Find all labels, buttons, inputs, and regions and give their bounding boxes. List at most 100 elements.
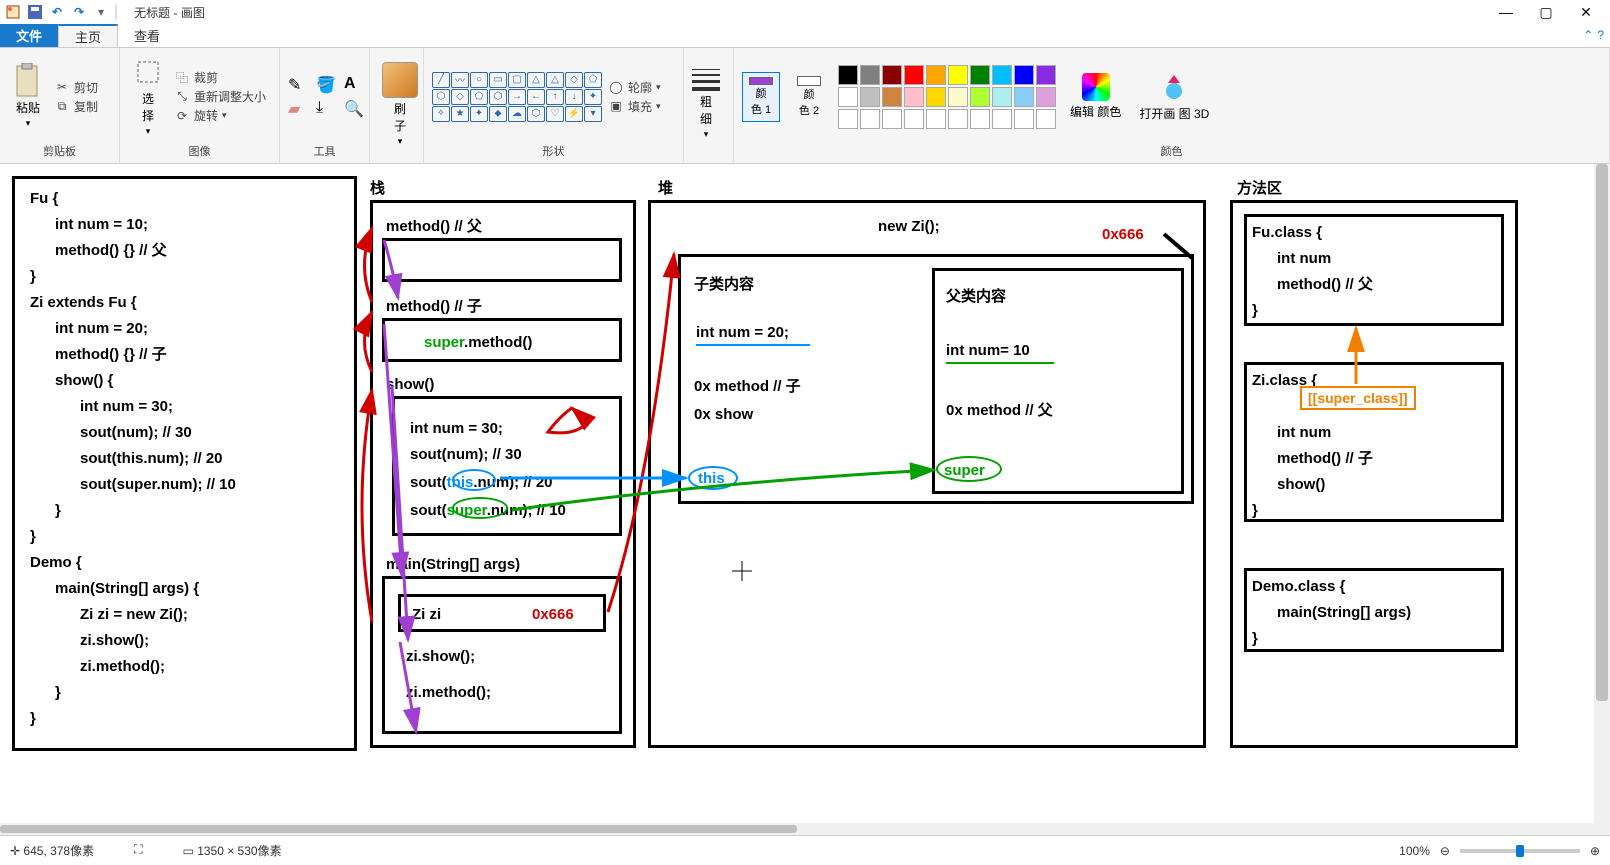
tab-file[interactable]: 文件 [0, 24, 58, 47]
canvas[interactable]: Fu { int num = 10; method() {} // 父 } Zi… [12, 176, 1520, 766]
cursor-position: ✛ 645, 378像素 [10, 842, 94, 859]
palette-swatch[interactable] [1014, 65, 1034, 85]
outline-icon: ◯ [608, 79, 624, 95]
thickness-icon [692, 69, 720, 91]
cut-button[interactable]: ✂剪切 [54, 79, 98, 96]
palette-swatch[interactable] [882, 109, 902, 129]
group-shapes: 形状 [432, 141, 675, 159]
palette-swatch[interactable] [948, 109, 968, 129]
palette-swatch[interactable] [904, 109, 924, 129]
brush-icon [382, 62, 418, 98]
palette-swatch[interactable] [970, 109, 990, 129]
palette-swatch[interactable] [948, 87, 968, 107]
maximize-icon[interactable]: ▢ [1526, 0, 1566, 24]
brushes-button[interactable]: 刷 子 ▾ [378, 60, 422, 149]
source-code: Fu { int num = 10; method() {} // 父 } Zi… [30, 186, 236, 732]
thickness-button[interactable]: 粗 细 ▾ [692, 69, 720, 140]
palette-swatch[interactable] [860, 109, 880, 129]
palette-swatch[interactable] [838, 87, 858, 107]
copy-button[interactable]: ⧉复制 [54, 98, 98, 115]
palette-swatch[interactable] [1036, 65, 1056, 85]
magnifier-icon[interactable]: 🔍 [344, 99, 368, 119]
palette-swatch[interactable] [882, 87, 902, 107]
status-bar: ✛ 645, 378像素 ⛶ ▭ 1350 × 530像素 100% ⊖ ⊕ [0, 835, 1610, 865]
palette-swatch[interactable] [1036, 109, 1056, 129]
group-tools: 工具 [288, 141, 361, 159]
color-palette[interactable] [838, 65, 1056, 129]
group-clipboard: 剪贴板 [8, 141, 111, 159]
undo-icon[interactable]: ↶ [48, 3, 66, 21]
rotate-button[interactable]: ⟳旋转▾ [174, 107, 266, 124]
shapes-gallery[interactable]: ╱〰○▭▢△△◇⬠ ⬡◇⬠⬡→←↑↓✦ ✧★✦⬥☁⬡♡⚡▾ [432, 72, 602, 122]
palette-swatch[interactable] [970, 65, 990, 85]
select-button[interactable]: 选 择 ▾ [128, 54, 168, 139]
zoom-in-button[interactable]: ⊕ [1590, 844, 1600, 858]
minimize-icon[interactable]: — [1486, 0, 1526, 24]
palette-swatch[interactable] [860, 65, 880, 85]
pencil-icon[interactable]: ✎ [288, 75, 312, 95]
palette-swatch[interactable] [1014, 87, 1034, 107]
palette-swatch[interactable] [992, 65, 1012, 85]
copy-icon: ⧉ [54, 98, 70, 114]
fill-icon: ▣ [608, 98, 624, 114]
palette-swatch[interactable] [904, 87, 924, 107]
canvas-size: ▭ 1350 × 530像素 [183, 842, 282, 859]
paint3d-icon [1158, 71, 1190, 103]
save-icon[interactable] [26, 3, 44, 21]
color1-button[interactable]: 颜 色 1 [742, 72, 780, 122]
zoom-level: 100% [1399, 844, 1430, 858]
palette-swatch[interactable] [838, 109, 858, 129]
scissors-icon: ✂ [54, 79, 70, 95]
edit-colors-button[interactable]: 编辑 颜色 [1066, 71, 1125, 122]
heap-label: 堆 [658, 176, 673, 202]
eraser-icon[interactable]: ▰ [288, 99, 312, 119]
palette-swatch[interactable] [926, 65, 946, 85]
bucket-icon[interactable]: 🪣 [316, 75, 340, 95]
crop-button[interactable]: ⿻裁剪 [174, 69, 266, 86]
group-image: 图像 [128, 141, 271, 159]
palette-swatch[interactable] [882, 65, 902, 85]
palette-swatch[interactable] [992, 109, 1012, 129]
title-bar: ↶ ↷ ▾ | 无标题 - 画图 — ▢ ✕ [0, 0, 1610, 24]
resize-button[interactable]: ⤡重新调整大小 [174, 88, 266, 105]
collapse-ribbon-icon[interactable]: ⌃ [1583, 28, 1593, 42]
palette-swatch[interactable] [926, 109, 946, 129]
palette-swatch[interactable] [1036, 87, 1056, 107]
ribbon-tabs: 文件 主页 查看 ⌃? [0, 24, 1610, 48]
qat-dropdown-icon[interactable]: ▾ [92, 3, 110, 21]
ribbon: 粘贴 ▾ ✂剪切 ⧉复制 剪贴板 选 择 ▾ ⿻裁剪 ⤡重新调整大小 ⟳旋转▾ … [0, 48, 1610, 164]
horizontal-scrollbar[interactable] [0, 823, 1594, 835]
palette-swatch[interactable] [992, 87, 1012, 107]
app-icon[interactable] [4, 3, 22, 21]
color2-button[interactable]: 颜 色 2 [790, 72, 828, 122]
vertical-scrollbar[interactable] [1594, 164, 1610, 835]
palette-swatch[interactable] [904, 65, 924, 85]
group-colors: 颜色 [742, 141, 1601, 159]
rainbow-icon [1082, 73, 1110, 101]
text-icon[interactable]: A [344, 75, 368, 95]
redo-icon[interactable]: ↷ [70, 3, 88, 21]
canvas-area[interactable]: Fu { int num = 10; method() {} // 父 } Zi… [0, 164, 1610, 835]
zoom-slider[interactable] [1460, 849, 1580, 853]
zoom-out-button[interactable]: ⊖ [1440, 844, 1450, 858]
open-3d-button[interactable]: 打开画 图 3D [1135, 69, 1213, 124]
tab-home[interactable]: 主页 [58, 24, 118, 47]
paste-button[interactable]: 粘贴 ▾ [8, 63, 48, 131]
palette-swatch[interactable] [948, 65, 968, 85]
fill-button[interactable]: ▣填充▾ [608, 98, 661, 115]
selection-size-icon: ⛶ [134, 842, 142, 859]
palette-swatch[interactable] [1014, 109, 1034, 129]
eyedropper-icon[interactable]: ⤓ [316, 99, 340, 119]
palette-swatch[interactable] [860, 87, 880, 107]
methodarea-label: 方法区 [1237, 176, 1282, 202]
tab-view[interactable]: 查看 [118, 24, 176, 47]
crop-icon: ⿻ [174, 70, 190, 86]
rotate-icon: ⟳ [174, 108, 190, 124]
close-icon[interactable]: ✕ [1566, 0, 1606, 24]
palette-swatch[interactable] [970, 87, 990, 107]
outline-button[interactable]: ◯轮廓▾ [608, 79, 661, 96]
resize-icon: ⤡ [174, 89, 190, 105]
palette-swatch[interactable] [926, 87, 946, 107]
palette-swatch[interactable] [838, 65, 858, 85]
help-icon[interactable]: ? [1597, 28, 1604, 42]
